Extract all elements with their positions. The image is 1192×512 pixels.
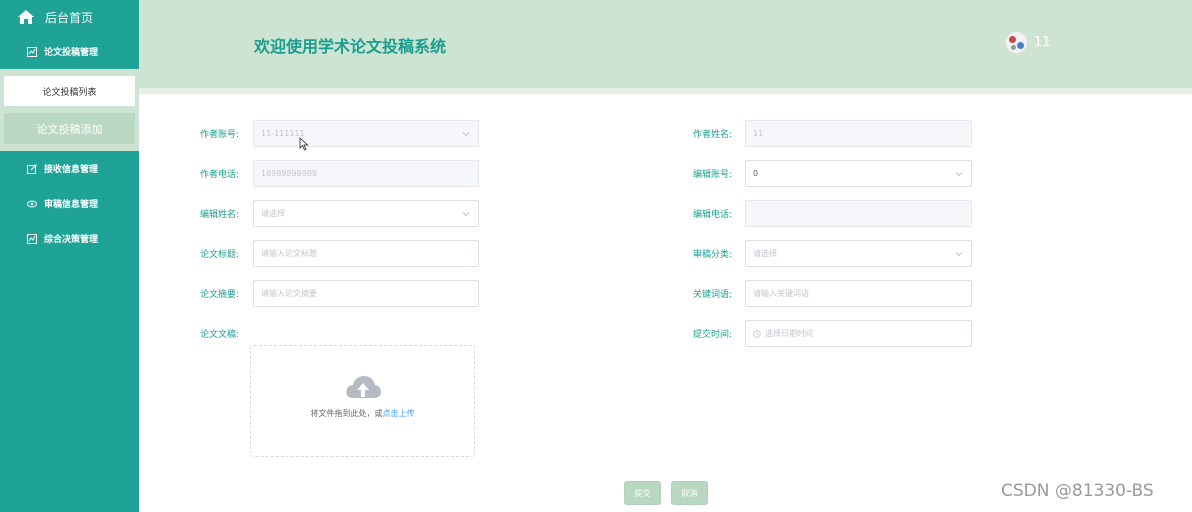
mouse-cursor-icon <box>299 137 309 151</box>
author-phone-field[interactable]: 18989898989 <box>253 160 479 187</box>
editor-name-select[interactable]: 请选择 <box>253 200 479 227</box>
home-icon <box>18 10 34 24</box>
keywords-placeholder: 请输入关键词语 <box>753 289 809 298</box>
submit-time-label: 提交时间: <box>692 330 732 340</box>
author-name-field[interactable]: 11 <box>745 120 972 147</box>
author-name-value: 11 <box>753 129 764 138</box>
watermark: CSDN @81330-BS <box>1001 481 1154 501</box>
author-account-select[interactable]: 11-111111 <box>253 120 479 147</box>
review-category-placeholder: 请选择 <box>753 249 777 258</box>
editor-name-label: 编辑姓名: <box>199 210 239 220</box>
editor-account-select[interactable]: 0 <box>745 160 972 187</box>
home-link[interactable]: 后台首页 <box>0 0 139 34</box>
paper-add-form: 作者账号: 11-111111 作者姓名: 11 作者电话: 189898989… <box>139 94 1192 512</box>
review-category-label: 审稿分类: <box>692 250 732 260</box>
upload-text: 将文件拖到此处，或 <box>310 409 383 418</box>
menu-paper-submission[interactable]: 论文投稿管理 <box>0 34 139 69</box>
header: 欢迎使用学术论文投稿系统 11 <box>139 0 1192 88</box>
home-label: 后台首页 <box>45 10 94 25</box>
chevron-down-icon <box>955 252 963 257</box>
paper-title-input[interactable]: 请输入论文标题 <box>253 240 479 267</box>
submenu-paper-list[interactable]: 论文投稿列表 <box>4 76 135 106</box>
submenu-label: 论文投稿列表 <box>42 87 97 98</box>
editor-account-label: 编辑账号: <box>692 170 732 180</box>
paper-file-label: 论文文稿: <box>199 330 239 340</box>
author-account-label: 作者账号: <box>199 130 239 140</box>
editor-account-value: 0 <box>753 169 759 178</box>
keywords-input[interactable]: 请输入关键词语 <box>745 280 972 307</box>
sidebar: 后台首页 论文投稿管理 论文投稿列表 论文投稿添加 接收信息管理 审稿信息管理 … <box>0 0 139 512</box>
paper-abstract-placeholder: 请输入论文摘要 <box>261 289 317 298</box>
eye-icon <box>27 199 37 209</box>
upload-cloud-icon <box>345 376 381 398</box>
menu-receive-info[interactable]: 接收信息管理 <box>0 151 139 186</box>
submit-time-placeholder: 选择日期时间 <box>765 329 813 338</box>
avatar[interactable] <box>1005 31 1028 54</box>
menu-label: 审稿信息管理 <box>44 200 99 210</box>
submit-button[interactable]: 提交 <box>624 481 661 505</box>
chart-icon <box>27 233 37 244</box>
file-upload-dropzone[interactable]: 将文件拖到此处，或点击上传 <box>250 345 475 457</box>
paper-title-label: 论文标题: <box>199 250 239 260</box>
page-title: 欢迎使用学术论文投稿系统 <box>254 37 447 56</box>
review-category-select[interactable]: 请选择 <box>745 240 972 267</box>
paper-abstract-label: 论文摘要: <box>199 290 239 300</box>
menu-label: 接收信息管理 <box>44 165 99 175</box>
editor-phone-label: 编辑电话: <box>692 210 732 220</box>
paper-abstract-input[interactable]: 请输入论文摘要 <box>253 280 479 307</box>
menu-label: 论文投稿管理 <box>44 48 99 58</box>
user-menu[interactable]: 11 <box>1005 31 1051 54</box>
menu-label: 综合决策管理 <box>44 235 99 245</box>
paper-title-placeholder: 请输入论文标题 <box>261 249 317 258</box>
upload-link[interactable]: 点击上传 <box>383 409 415 418</box>
chart-icon <box>27 46 37 57</box>
editor-name-placeholder: 请选择 <box>261 209 285 218</box>
menu-review-info[interactable]: 审稿信息管理 <box>0 186 139 221</box>
submenu-paper-add[interactable]: 论文投稿添加 <box>4 113 135 144</box>
chevron-down-icon <box>462 132 470 137</box>
keywords-label: 关键词语: <box>692 290 732 300</box>
submenu: 论文投稿列表 论文投稿添加 <box>0 69 139 151</box>
author-phone-label: 作者电话: <box>199 170 239 180</box>
editor-phone-field[interactable] <box>745 200 972 227</box>
submenu-label: 论文投稿添加 <box>36 122 103 136</box>
cancel-button[interactable]: 取消 <box>671 481 708 505</box>
menu-decision[interactable]: 综合决策管理 <box>0 221 139 256</box>
username: 11 <box>1034 35 1051 50</box>
edit-icon <box>27 163 37 174</box>
author-phone-value: 18989898989 <box>261 169 317 178</box>
upload-hint: 将文件拖到此处，或点击上传 <box>311 408 415 419</box>
clock-icon <box>753 329 761 338</box>
author-name-label: 作者姓名: <box>692 130 732 140</box>
chevron-down-icon <box>955 172 963 177</box>
submit-time-picker[interactable]: 选择日期时间 <box>745 320 972 347</box>
chevron-down-icon <box>462 212 470 217</box>
